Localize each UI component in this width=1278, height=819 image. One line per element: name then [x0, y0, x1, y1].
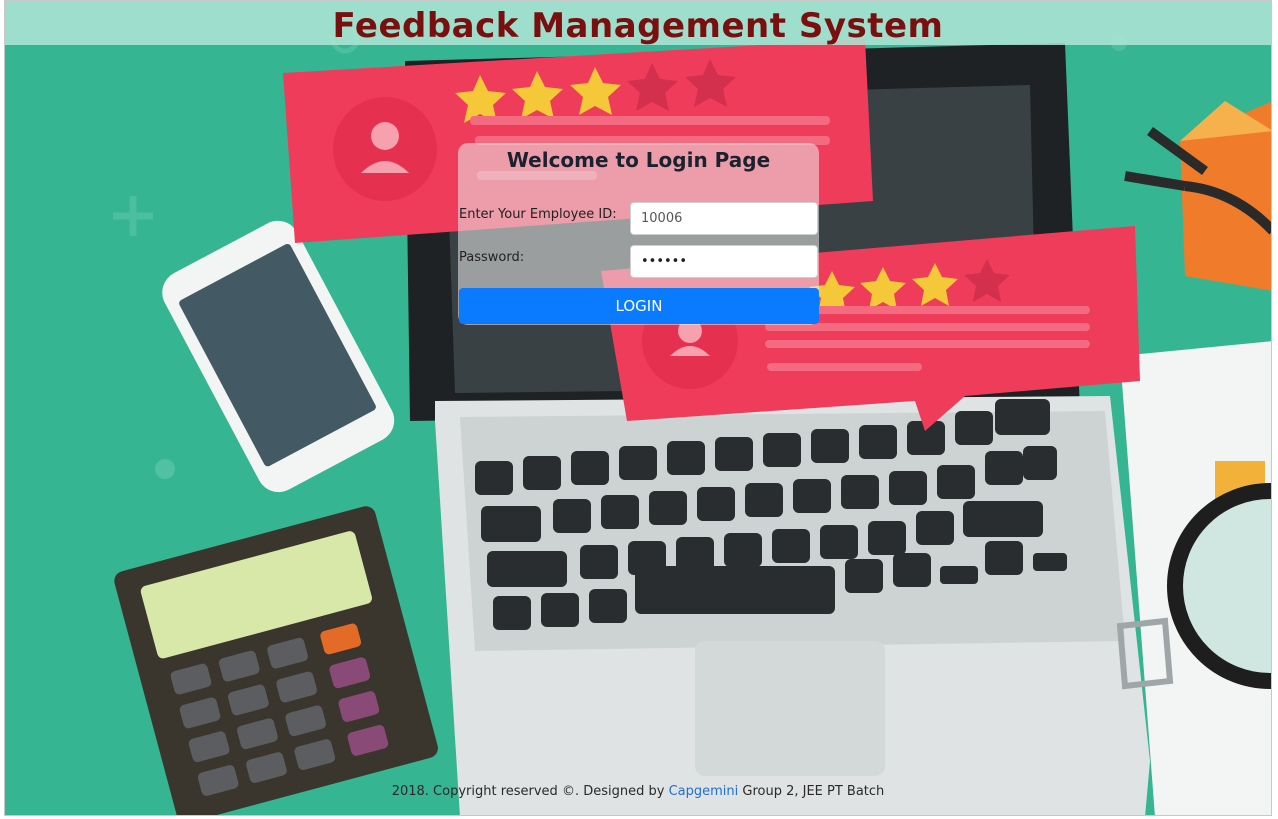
footer-group: Group 2, JEE PT Batch: [742, 784, 885, 799]
password-input[interactable]: [630, 245, 818, 278]
employee-id-input[interactable]: [630, 202, 818, 235]
login-heading: Welcome to Login Page: [506, 148, 771, 172]
login-button[interactable]: LOGIN: [459, 288, 819, 324]
footer-copyright: 2018. Copyright reserved ©. Designed by: [391, 784, 665, 799]
page-title: Feedback Management System: [332, 6, 944, 46]
page-frame: Feedback Management System Welcome to Lo…: [4, 0, 1272, 816]
capgemini-link[interactable]: Capgemini: [669, 784, 739, 799]
footer: 2018. Copyright reserved ©. Designed by …: [5, 784, 1271, 799]
login-form: Welcome to Login Page Enter Your Employe…: [458, 143, 819, 325]
employee-id-label: Enter Your Employee ID:: [459, 207, 617, 222]
background-illustration: [5, 1, 1271, 815]
password-label: Password:: [459, 250, 525, 265]
